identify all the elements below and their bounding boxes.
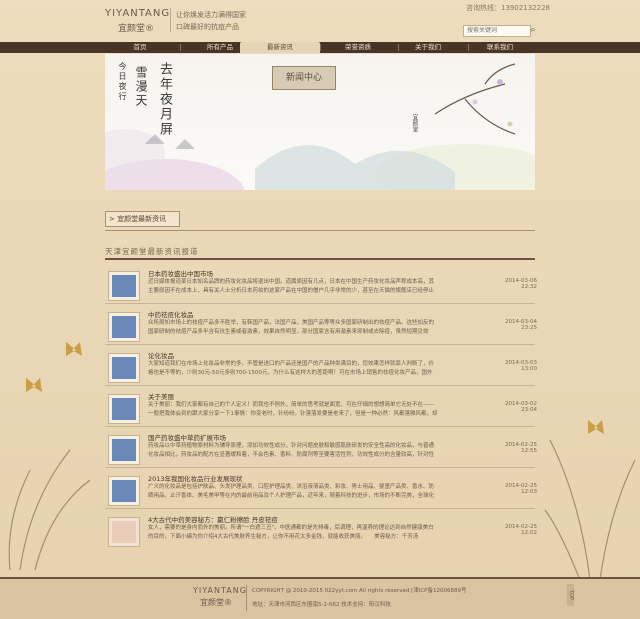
footer: YIYANTANG 宜颜堂® COPYRIGHT @ 2010-2015 022… xyxy=(0,577,640,619)
banner-seal: 宜颜堂 xyxy=(411,114,418,132)
divider-line xyxy=(105,230,535,231)
news-date: 2014-03-06 22:32 xyxy=(505,278,537,290)
news-title[interactable]: 关于美丽 xyxy=(148,391,174,401)
portrait-image xyxy=(112,521,136,543)
butterfly-icon xyxy=(26,378,42,392)
header-divider xyxy=(170,8,171,32)
news-item[interactable]: 日本药妆盛出中国市场 近日媒体报道某日本知名品牌的药妆化妆品将退出中国。道属原因… xyxy=(105,266,537,304)
image-placeholder-icon xyxy=(112,439,136,461)
news-summary: 药妆品以中草药植物原材料为辅导原理，添加功效性成分，针对问题皮肤和敏感肌肤研发的… xyxy=(148,443,435,458)
news-summary: 关于美丽：我们大家都有自己的个人定义！而我也不例外，简单的思考就是面宽、可在仔细… xyxy=(148,402,438,417)
logo-text-en[interactable]: YIYANTANG xyxy=(105,8,170,19)
nav-item-contact[interactable]: 联系我们 xyxy=(460,42,540,53)
news-separator xyxy=(105,303,535,304)
news-summary: 近日媒体报道某日本知名品牌的药妆化妆品将退出中国。道属原因有几点，日本在中国生产… xyxy=(148,279,435,294)
news-summary: 大家知道我们在市场上化妆品非常的多，不管是进口的产品还是国产的产品种类满目的，您… xyxy=(148,361,435,376)
nav-item-home[interactable]: 首页 xyxy=(100,42,180,53)
news-summary: 广义的化妆品是包括护肤品、头发护理品类、口腔护理品类、沐浴液清品类、彩妆、男士用… xyxy=(148,484,435,499)
news-thumbnail[interactable] xyxy=(108,271,140,301)
news-separator xyxy=(105,344,535,345)
news-title[interactable]: 国产药妆盛中草药扩展市场 xyxy=(148,432,226,442)
news-summary: 众所周知市场上的祛痘产品多不胜举，有韩国产品，法国产品，美国产品等等众多国家研制… xyxy=(148,320,435,335)
banner-board: 新闻中心 xyxy=(272,66,336,90)
image-placeholder-icon xyxy=(112,357,136,379)
news-date: 2014-03-03 13:00 xyxy=(505,360,537,372)
header: YIYANTANG 宜颜堂® 让你焕发活力满得国家 口碑最好的抗痘产品 咨询热线… xyxy=(0,0,640,42)
news-item[interactable]: 2013年我国化妆品行业发展现状 广义的化妆品是包括护肤品、头发护理品类、口腔护… xyxy=(105,471,537,509)
news-item[interactable]: 关于美丽 关于美丽：我们大家都有自己的个人定义！而我也不例外，简单的思考就是面宽… xyxy=(105,389,537,427)
page: YIYANTANG 宜颜堂® 让你焕发活力满得国家 口碑最好的抗痘产品 咨询热线… xyxy=(0,0,640,619)
calligraphy-3: 今日夜行 xyxy=(118,62,127,102)
news-thumbnail[interactable] xyxy=(108,312,140,342)
news-date: 2014-02-25 12:03 xyxy=(505,483,537,495)
logo-text-cn[interactable]: 宜颜堂® xyxy=(118,21,154,34)
slogan-line-2: 口碑最好的抗痘产品 xyxy=(176,23,239,31)
image-placeholder-icon xyxy=(112,480,136,502)
banner: 去年夜月屏 雪漫天 今日夜行 新闻中心 宜颜堂 xyxy=(105,54,535,190)
news-item[interactable]: 论化妆品 大家知道我们在市场上化妆品非常的多，不管是进口的产品还是国产的产品种类… xyxy=(105,348,537,386)
section-title: 天津宜颜堂最新资讯报道 xyxy=(105,247,199,256)
nav-item-about[interactable]: 关于我们 xyxy=(388,42,468,53)
news-separator xyxy=(105,467,535,468)
news-separator xyxy=(105,426,535,427)
nav-item-news[interactable]: 最新资讯 xyxy=(240,42,320,53)
news-separator xyxy=(105,508,535,509)
footer-divider xyxy=(246,585,247,611)
footer-copyright: COPYRIGHT @ 2010-2015 022yyt.com All rig… xyxy=(252,588,467,594)
news-date: 2014-03-02 23:04 xyxy=(505,401,537,413)
footer-address: 地址：天津市河西区东围南5-2-662 技术支持：阳汉科技 xyxy=(252,602,391,608)
nav-item-honors[interactable]: 荣誉资质 xyxy=(318,42,398,53)
news-separator xyxy=(105,385,535,386)
news-thumbnail[interactable] xyxy=(108,476,140,506)
image-placeholder-icon xyxy=(112,316,136,338)
section-divider xyxy=(105,258,535,260)
breadcrumb[interactable]: > 宜颜堂最新资讯 xyxy=(105,211,180,227)
calligraphy-1: 去年夜月屏 xyxy=(157,62,172,137)
news-title[interactable]: 中药祛痘化妆品 xyxy=(148,309,194,319)
news-summary: 女人，需要的是身内而外的美丽。所谓"一白遮三丑"，中医通都的是先排毒，后调理，再… xyxy=(148,525,434,540)
butterfly-icon xyxy=(588,420,604,434)
butterfly-icon xyxy=(66,342,82,356)
news-title[interactable]: 日本药妆盛出中国市场 xyxy=(148,268,213,278)
image-placeholder-icon xyxy=(112,275,136,297)
footer-logo-cn: 宜颜堂® xyxy=(200,598,232,607)
image-placeholder-icon xyxy=(112,398,136,420)
calligraphy-2: 雪漫天 xyxy=(134,66,148,108)
search-input[interactable] xyxy=(463,25,531,37)
news-title[interactable]: 论化妆品 xyxy=(148,350,174,360)
news-title[interactable]: 2013年我国化妆品行业发展现状 xyxy=(148,473,243,483)
news-item[interactable]: 中药祛痘化妆品 众所周知市场上的祛痘产品多不胜举，有韩国产品，法国产品，美国产品… xyxy=(105,307,537,345)
hotline: 咨询热线：13902132228 xyxy=(466,4,550,12)
news-date: 2014-02-25 12:02 xyxy=(505,524,537,536)
back-to-top-button[interactable]: TOP xyxy=(567,584,574,606)
news-thumbnail[interactable] xyxy=(108,517,140,547)
news-item[interactable]: 国产药妆盛中草药扩展市场 药妆品以中草药植物原材料为辅导原理，添加功效性成分，针… xyxy=(105,430,537,468)
news-title[interactable]: 4大古代中药美容秘方：赢仁粉擦脸 丹皮祛痘 xyxy=(148,514,278,524)
banner-title: 新闻中心 xyxy=(285,73,322,83)
news-item[interactable]: 4大古代中药美容秘方：赢仁粉擦脸 丹皮祛痘 女人，需要的是身内而外的美丽。所谓"… xyxy=(105,512,537,550)
news-thumbnail[interactable] xyxy=(108,435,140,465)
main-nav: 首页 所有产品 最新资讯 荣誉资质 关于我们 联系我们 xyxy=(0,42,640,53)
search-icon[interactable]: ⌕ xyxy=(528,24,538,36)
news-thumbnail[interactable] xyxy=(108,353,140,383)
news-date: 2014-03-04 23:25 xyxy=(505,319,537,331)
slogan-line-1: 让你焕发活力满得国家 xyxy=(176,11,246,19)
news-date: 2014-02-25 12:55 xyxy=(505,442,537,454)
orchid-decoration-right xyxy=(544,420,636,580)
footer-logo-en: YIYANTANG xyxy=(193,586,247,595)
news-thumbnail[interactable] xyxy=(108,394,140,424)
orchid-decoration-left xyxy=(8,342,91,570)
